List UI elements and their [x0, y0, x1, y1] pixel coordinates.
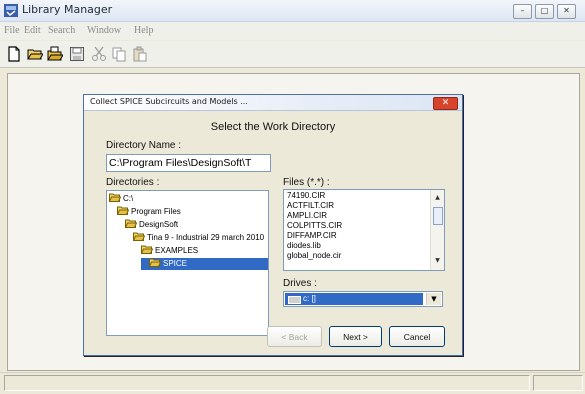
minimize-icon[interactable]: – — [513, 4, 532, 19]
files-list[interactable]: 74190.CIR ACTFILT.CIR AMPLI.CIR COLPITTS… — [283, 189, 445, 271]
file-item[interactable]: 74190.CIR — [287, 191, 325, 201]
dialog-title: Collect SPICE Subcircuits and Models ... — [90, 97, 248, 106]
open-library-icon[interactable] — [47, 46, 63, 62]
save-icon[interactable] — [69, 46, 85, 62]
directories-label: Directories : — [106, 177, 160, 188]
directory-label: DesignSoft — [139, 220, 179, 229]
folder-open-icon — [132, 232, 146, 241]
scroll-down-icon[interactable]: ▼ — [433, 256, 442, 265]
window-title: Library Manager — [22, 3, 113, 16]
files-scrollbar[interactable]: ▲ ▼ — [430, 190, 444, 270]
drive-label: c: [] — [303, 294, 316, 303]
directory-item[interactable]: Program Files — [116, 206, 181, 218]
drives-label: Drives : — [283, 278, 317, 289]
menu-help[interactable]: Help — [134, 25, 153, 36]
directory-item[interactable]: Tina 9 - Industrial 29 march 2010 — [132, 232, 265, 244]
app-icon — [4, 4, 18, 17]
file-item[interactable]: DIFFAMP.CIR — [287, 231, 337, 241]
directory-name-field[interactable]: C:\Program Files\DesignSoft\T — [106, 154, 271, 172]
new-file-icon[interactable] — [6, 46, 22, 62]
directory-label: SPICE — [163, 259, 188, 268]
cut-icon[interactable] — [91, 46, 107, 62]
dropdown-arrow-icon[interactable]: ▼ — [426, 293, 441, 305]
close-icon[interactable]: ✕ — [557, 4, 576, 19]
directory-label: Tina 9 - Industrial 29 march 2010 — [147, 233, 265, 242]
file-item[interactable]: global_node.cir — [287, 251, 341, 261]
title-bar: Library Manager – □ ✕ — [0, 0, 585, 22]
back-button[interactable]: < Back — [267, 326, 322, 347]
dialog-close-icon[interactable]: ✕ — [433, 97, 458, 110]
next-button[interactable]: Next > — [329, 326, 382, 347]
directory-label: C:\ — [123, 194, 134, 203]
file-item[interactable]: COLPITTS.CIR — [287, 221, 342, 231]
dialog-title-bar: Collect SPICE Subcircuits and Models ...… — [84, 95, 462, 111]
directory-label: Program Files — [131, 207, 181, 216]
copy-icon[interactable] — [111, 46, 127, 62]
scroll-up-icon[interactable]: ▲ — [433, 193, 442, 202]
directory-item[interactable]: DesignSoft — [124, 219, 179, 231]
menu-search[interactable]: Search — [48, 25, 75, 36]
status-panel-aux — [533, 375, 583, 391]
file-item[interactable]: diodes.lib — [287, 241, 321, 251]
files-label: Files (*.*) : — [283, 177, 330, 188]
menu-window[interactable]: Window — [87, 25, 121, 36]
drives-select[interactable]: c: [] ▼ — [283, 291, 443, 307]
file-item[interactable]: AMPLI.CIR — [287, 211, 327, 221]
hard-drive-icon — [288, 296, 301, 304]
folder-open-icon — [124, 219, 138, 228]
drive-selected-value: c: [] — [285, 293, 423, 305]
dialog-heading: Select the Work Directory — [210, 121, 336, 133]
toolbar — [0, 41, 585, 68]
directory-label: EXAMPLES — [155, 246, 199, 255]
status-bar — [0, 372, 585, 393]
file-item[interactable]: ACTFILT.CIR — [287, 201, 334, 211]
status-panel-main — [4, 375, 530, 391]
folder-open-icon — [116, 206, 130, 215]
menu-bar: File Edit Search Window Help — [0, 22, 585, 40]
directory-item[interactable]: EXAMPLES — [140, 245, 199, 257]
folder-open-icon — [108, 193, 122, 202]
directory-item[interactable]: C:\ — [108, 193, 134, 205]
cancel-button[interactable]: Cancel — [389, 326, 445, 347]
menu-edit[interactable]: Edit — [24, 25, 41, 36]
collect-spice-dialog: Collect SPICE Subcircuits and Models ...… — [83, 94, 463, 356]
menu-file[interactable]: File — [4, 25, 20, 36]
library-manager-window: Library Manager – □ ✕ File Edit Search W… — [0, 0, 585, 394]
paste-icon[interactable] — [132, 46, 148, 62]
directory-name-label: Directory Name : — [106, 140, 182, 151]
directory-item-selected[interactable]: SPICE — [141, 258, 268, 270]
scroll-thumb[interactable] — [433, 207, 443, 225]
open-folder-icon[interactable] — [27, 46, 43, 62]
folder-open-icon — [140, 245, 154, 254]
folder-open-icon — [148, 258, 162, 267]
maximize-icon[interactable]: □ — [535, 4, 554, 19]
directories-tree[interactable]: C:\ Program Files DesignSoft Tina 9 - In… — [106, 190, 269, 336]
